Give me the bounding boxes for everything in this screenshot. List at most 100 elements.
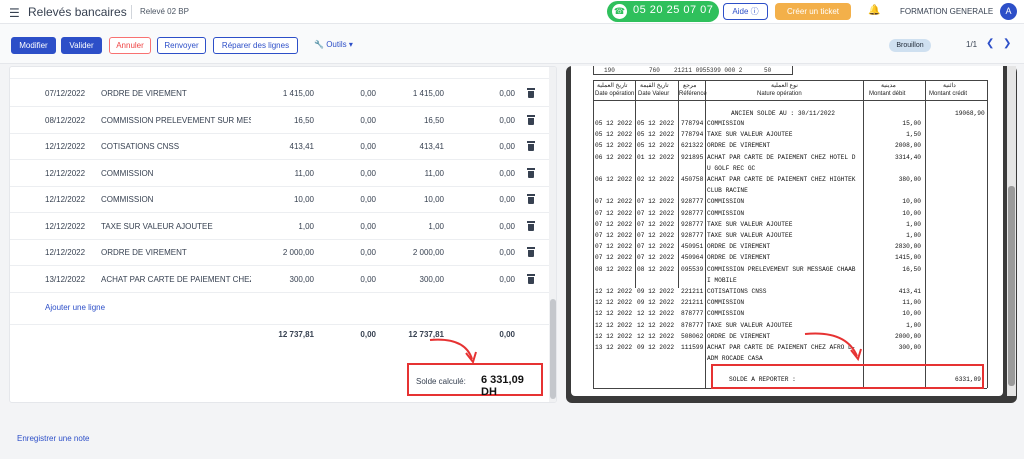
- cell-c2[interactable]: 16,50: [380, 116, 444, 125]
- add-line-link[interactable]: Ajouter une ligne: [45, 303, 105, 312]
- doc-debit: 1415,00: [895, 254, 921, 262]
- cell-date[interactable]: 12/12/2022: [45, 195, 85, 204]
- table-row[interactable]: 12/12/2022 TAXE SUR VALEUR AJOUTEE 1,00 0,0…: [10, 214, 550, 240]
- cell-c1[interactable]: 0,00: [328, 169, 376, 178]
- cell-c1[interactable]: 0,00: [328, 248, 376, 257]
- cell-amount[interactable]: 2 000,00: [250, 248, 314, 257]
- cell-c3[interactable]: 0,00: [465, 142, 515, 151]
- help-label: Aide: [732, 7, 749, 16]
- modifier-button[interactable]: Modifier: [11, 37, 56, 54]
- save-note-link[interactable]: Enregistrer une note: [17, 434, 90, 443]
- trash-icon[interactable]: [527, 167, 535, 178]
- cell-c3[interactable]: 0,00: [465, 222, 515, 231]
- chevron-right-icon[interactable]: ❯: [1003, 38, 1011, 49]
- cell-c2[interactable]: 300,00: [380, 275, 444, 284]
- cell-date[interactable]: 07/12/2022: [45, 89, 85, 98]
- cell-amount[interactable]: 11,00: [250, 169, 314, 178]
- header-fr-credit: Montant crédit: [929, 91, 968, 97]
- outils-menu[interactable]: 🔧 Outils ▾: [314, 40, 353, 49]
- cell-label[interactable]: ACHAT PAR CARTE DE PAIEMENT CHEZ ...: [101, 275, 251, 284]
- table-row[interactable]: 12/12/2022 COMMISSION 10,00 0,00 10,00 0,00: [10, 187, 550, 213]
- trash-icon[interactable]: [527, 220, 535, 231]
- cell-c3[interactable]: 0,00: [465, 275, 515, 284]
- cell-c1[interactable]: 0,00: [328, 142, 376, 151]
- table-row[interactable]: 07/12/2022 ORDRE DE VIREMENT 1 415,00 0,00 1…: [10, 81, 550, 107]
- trash-icon[interactable]: [527, 247, 535, 257]
- cell-amount[interactable]: 300,00: [250, 275, 314, 284]
- cell-amount[interactable]: 10,00: [250, 195, 314, 204]
- doc-date-val: 12 12 2022: [637, 310, 675, 318]
- doc-nature: ACHAT PAR CARTE DE PAIEMENT CHEZ HIGHTEK: [707, 176, 856, 183]
- table-row[interactable]: 12/12/2022 COTISATIONS CNSS 413,41 0,00 413,…: [10, 134, 550, 160]
- cell-c2[interactable]: 2 000,00: [380, 248, 444, 257]
- trash-icon[interactable]: [527, 194, 535, 204]
- cell-c1[interactable]: 0,00: [328, 195, 376, 204]
- table-scrollbar-thumb[interactable]: [550, 299, 556, 399]
- cell-c3[interactable]: 0,00: [465, 116, 515, 125]
- trash-icon[interactable]: [527, 114, 535, 125]
- cell-amount[interactable]: 1 415,00: [250, 89, 314, 98]
- organization-name[interactable]: FORMATION GENERALE: [900, 7, 993, 16]
- doc-debit: 1,50: [906, 131, 921, 139]
- cell-date[interactable]: 12/12/2022: [45, 169, 85, 178]
- cell-date[interactable]: 08/12/2022: [45, 116, 85, 125]
- renvoyer-button[interactable]: Renvoyer: [157, 37, 206, 54]
- document-scrollbar-thumb[interactable]: [1008, 186, 1015, 386]
- cell-amount[interactable]: 1,00: [250, 222, 314, 231]
- cell-c1[interactable]: 0,00: [328, 222, 376, 231]
- help-icon: ⓘ: [750, 7, 759, 16]
- cell-date[interactable]: 12/12/2022: [45, 222, 85, 231]
- cell-label[interactable]: ORDRE DE VIREMENT: [101, 248, 251, 257]
- cell-c3[interactable]: 0,00: [465, 89, 515, 98]
- cell-c2[interactable]: 10,00: [380, 195, 444, 204]
- hamburger-icon[interactable]: ☰: [9, 6, 20, 20]
- reparer-lignes-button[interactable]: Réparer des lignes: [213, 37, 298, 54]
- cell-date[interactable]: 13/12/2022: [45, 275, 85, 284]
- help-button[interactable]: Aide ⓘ: [723, 3, 768, 20]
- cell-amount[interactable]: 413,41: [250, 142, 314, 151]
- trash-icon[interactable]: [527, 273, 535, 284]
- chevron-down-icon: ▾: [348, 40, 353, 49]
- annuler-button[interactable]: Annuler: [109, 37, 151, 54]
- cell-label[interactable]: COMMISSION PRELEVEMENT SUR MESS...: [101, 116, 251, 125]
- cell-c3[interactable]: 0,00: [465, 169, 515, 178]
- cell-c3[interactable]: 0,00: [465, 195, 515, 204]
- cell-c1[interactable]: 0,00: [328, 116, 376, 125]
- cell-c2[interactable]: 1,00: [380, 222, 444, 231]
- trash-icon[interactable]: [527, 141, 535, 151]
- doc-nature: ORDRE DE VIREMENT: [707, 243, 771, 251]
- trash-icon[interactable]: [527, 88, 535, 98]
- cell-label[interactable]: COTISATIONS CNSS: [101, 142, 251, 151]
- table-row[interactable]: 12/12/2022 ORDRE DE VIREMENT 2 000,00 0,00 2…: [10, 240, 550, 266]
- cell-label[interactable]: COMMISSION: [101, 169, 251, 178]
- bell-icon[interactable]: 🔔: [868, 5, 880, 16]
- cell-label[interactable]: ORDRE DE VIREMENT: [101, 89, 251, 98]
- total-amount: 12 737,81: [278, 330, 314, 339]
- cell-c2[interactable]: 413,41: [380, 142, 444, 151]
- cell-label[interactable]: TAXE SUR VALEUR AJOUTEE: [101, 222, 251, 231]
- cell-date[interactable]: 12/12/2022: [45, 248, 85, 257]
- create-ticket-button[interactable]: Créer un ticket: [775, 3, 851, 20]
- cell-c2[interactable]: 1 415,00: [380, 89, 444, 98]
- cell-date[interactable]: 12/12/2022: [45, 142, 85, 151]
- cell-c3[interactable]: 0,00: [465, 248, 515, 257]
- avatar[interactable]: A: [1000, 3, 1017, 20]
- table-row[interactable]: 12/12/2022 COMMISSION 11,00 0,00 11,00 0,00: [10, 161, 550, 187]
- chevron-left-icon[interactable]: ❮: [986, 38, 994, 49]
- doc-date-val: 02 12 2022: [637, 176, 675, 183]
- table-row[interactable]: 13/12/2022 ACHAT PAR CARTE DE PAIEMENT CH…: [10, 267, 550, 293]
- solde-value: 6 331,09 DH: [481, 374, 524, 398]
- doc-nature: ORDRE DE VIREMENT: [707, 142, 771, 150]
- doc-debit: 1,00: [906, 321, 921, 329]
- cell-c2[interactable]: 11,00: [380, 169, 444, 178]
- cell-c1[interactable]: 0,00: [328, 275, 376, 284]
- table-row[interactable]: 08/12/2022 COMMISSION PRELEVEMENT SUR MES…: [10, 108, 550, 134]
- doc-nature: I MOBILE: [707, 276, 737, 284]
- cell-amount[interactable]: 16,50: [250, 116, 314, 125]
- cell-label[interactable]: COMMISSION: [101, 195, 251, 204]
- cell-c1[interactable]: 0,00: [328, 89, 376, 98]
- valider-button[interactable]: Valider: [61, 37, 102, 54]
- document-viewer: 190 760 21211 0955399 000 2 50 تاريخ الع…: [566, 66, 1017, 403]
- doc-debit: 2000,00: [895, 332, 921, 340]
- phone-support-button[interactable]: ☎ 05 20 25 07 07: [607, 1, 719, 22]
